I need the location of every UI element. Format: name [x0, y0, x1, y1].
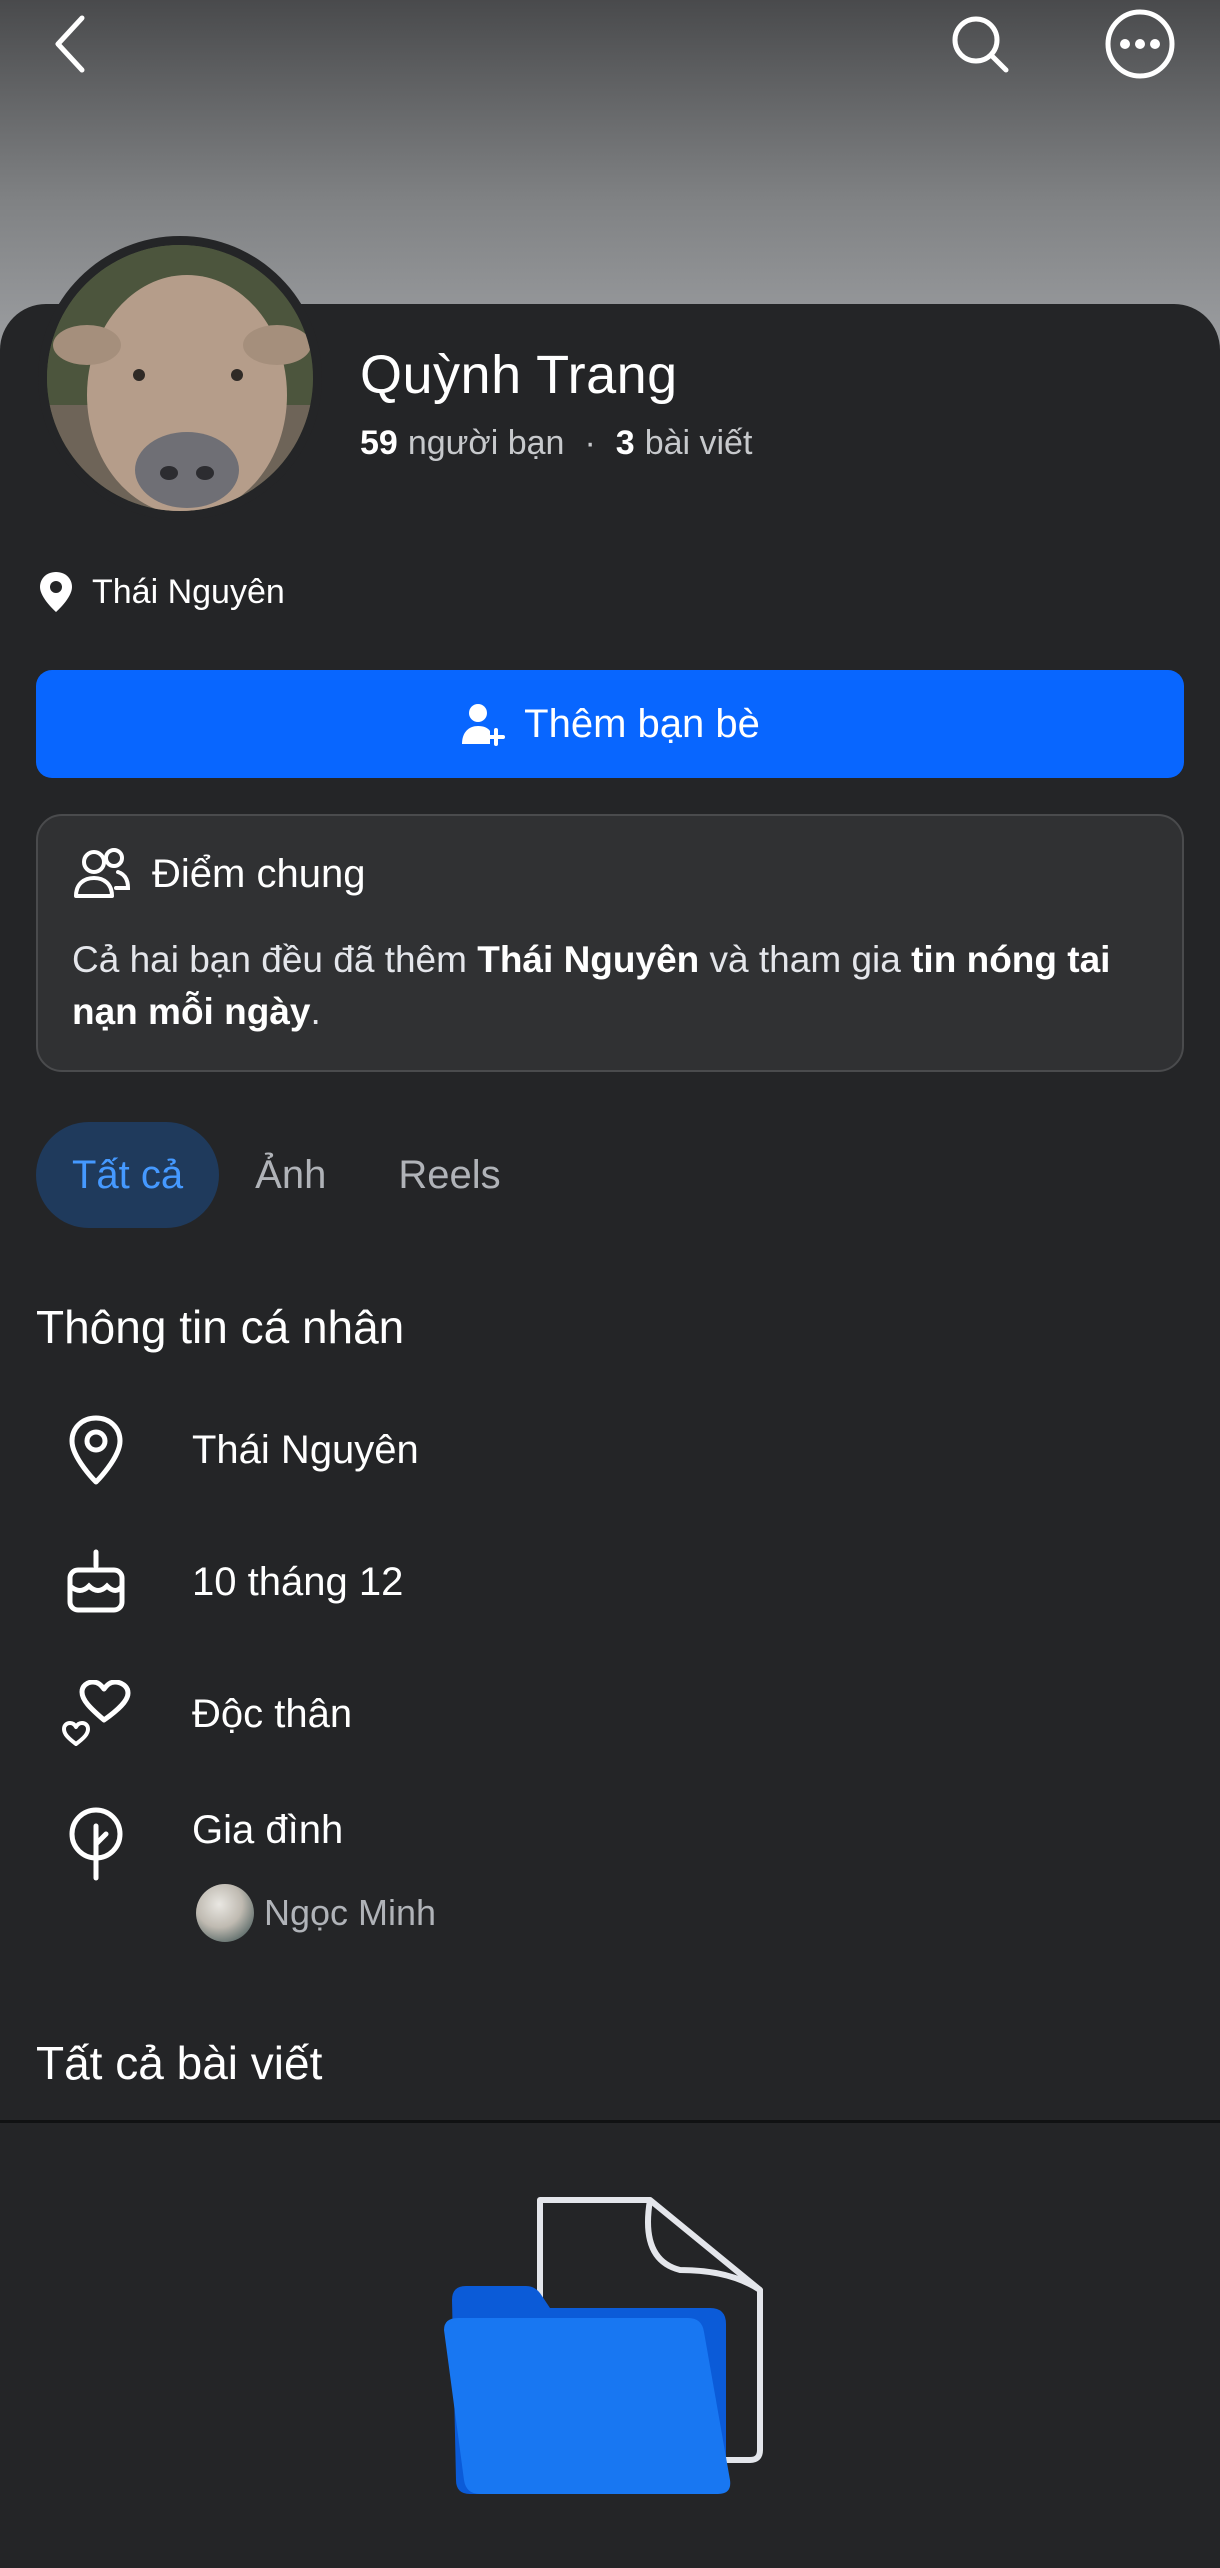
common-text-part1: Cả hai bạn đều đã thêm: [72, 939, 478, 980]
posts-label: bài viết: [644, 424, 753, 462]
info-row-birthday: 10 tháng 12: [0, 1532, 1220, 1632]
info-birthday-text: 10 tháng 12: [192, 1559, 404, 1604]
friends-label[interactable]: người bạn: [408, 424, 565, 463]
hearts-icon: [56, 1674, 136, 1754]
profile-page: Quỳnh Trang 59 người bạn · 3 bài viết Th…: [0, 0, 1220, 2568]
more-icon: [1104, 8, 1176, 85]
info-row-location: Thái Nguyên: [0, 1400, 1220, 1500]
posts-count: 3: [615, 424, 635, 462]
more-options-button[interactable]: [1098, 8, 1182, 84]
chevron-left-icon: [50, 14, 90, 79]
people-icon: [72, 846, 132, 902]
avatar: [47, 245, 313, 511]
info-relationship-text: Độc thân: [192, 1691, 353, 1736]
info-location-text: Thái Nguyên: [192, 1427, 419, 1472]
location-line: Thái Nguyên: [36, 570, 285, 614]
common-interests-card: Điểm chung Cả hai bạn đều đã thêm Thái N…: [36, 814, 1184, 1072]
common-interests-title: Điểm chung: [152, 851, 366, 896]
family-member-name: Ngọc Minh: [264, 1892, 437, 1933]
personal-info-title: Thông tin cá nhân: [36, 1301, 405, 1353]
common-interests-header: Điểm chung: [72, 846, 365, 902]
section-divider: [0, 2120, 1220, 2123]
cake-icon: [56, 1542, 136, 1622]
search-icon: [950, 14, 1010, 79]
family-member-avatar: [196, 1884, 254, 1942]
add-friend-icon: [460, 700, 508, 748]
common-interests-text: Cả hai bạn đều đã thêm Thái Nguyên và th…: [72, 934, 1152, 1038]
common-text-place: Thái Nguyên: [477, 939, 700, 980]
profile-name: Quỳnh Trang: [360, 345, 678, 405]
add-friend-button[interactable]: Thêm bạn bè: [36, 670, 1184, 778]
content-tabs: Tất cả Ảnh Reels: [36, 1122, 537, 1228]
add-friend-label: Thêm bạn bè: [524, 701, 760, 746]
location-text: Thái Nguyên: [92, 572, 285, 611]
info-row-relationship: Độc thân: [0, 1664, 1220, 1764]
friends-count[interactable]: 59: [360, 424, 398, 463]
tab-reels[interactable]: Reels: [362, 1122, 536, 1228]
tree-icon: [56, 1804, 136, 1884]
family-member-link[interactable]: Ngọc Minh: [196, 1884, 436, 1942]
location-pin-icon: [36, 570, 76, 614]
stats-separator: ·: [584, 424, 596, 462]
profile-stats: 59 người bạn · 3 bài viết: [360, 424, 752, 463]
avatar-frame[interactable]: [38, 236, 322, 520]
search-button[interactable]: [940, 10, 1020, 82]
tab-photos[interactable]: Ảnh: [219, 1122, 362, 1228]
common-text-part3: .: [310, 991, 321, 1032]
info-row-family: Gia đình: [0, 1780, 1220, 1881]
location-outline-icon: [56, 1410, 136, 1490]
all-posts-title: Tất cả bài viết: [36, 2037, 323, 2089]
empty-folder-icon: [440, 2180, 780, 2520]
common-text-part2: và tham gia: [699, 939, 912, 980]
info-family-label: Gia đình: [192, 1807, 344, 1852]
back-button[interactable]: [30, 10, 110, 82]
tab-all[interactable]: Tất cả: [36, 1122, 220, 1228]
